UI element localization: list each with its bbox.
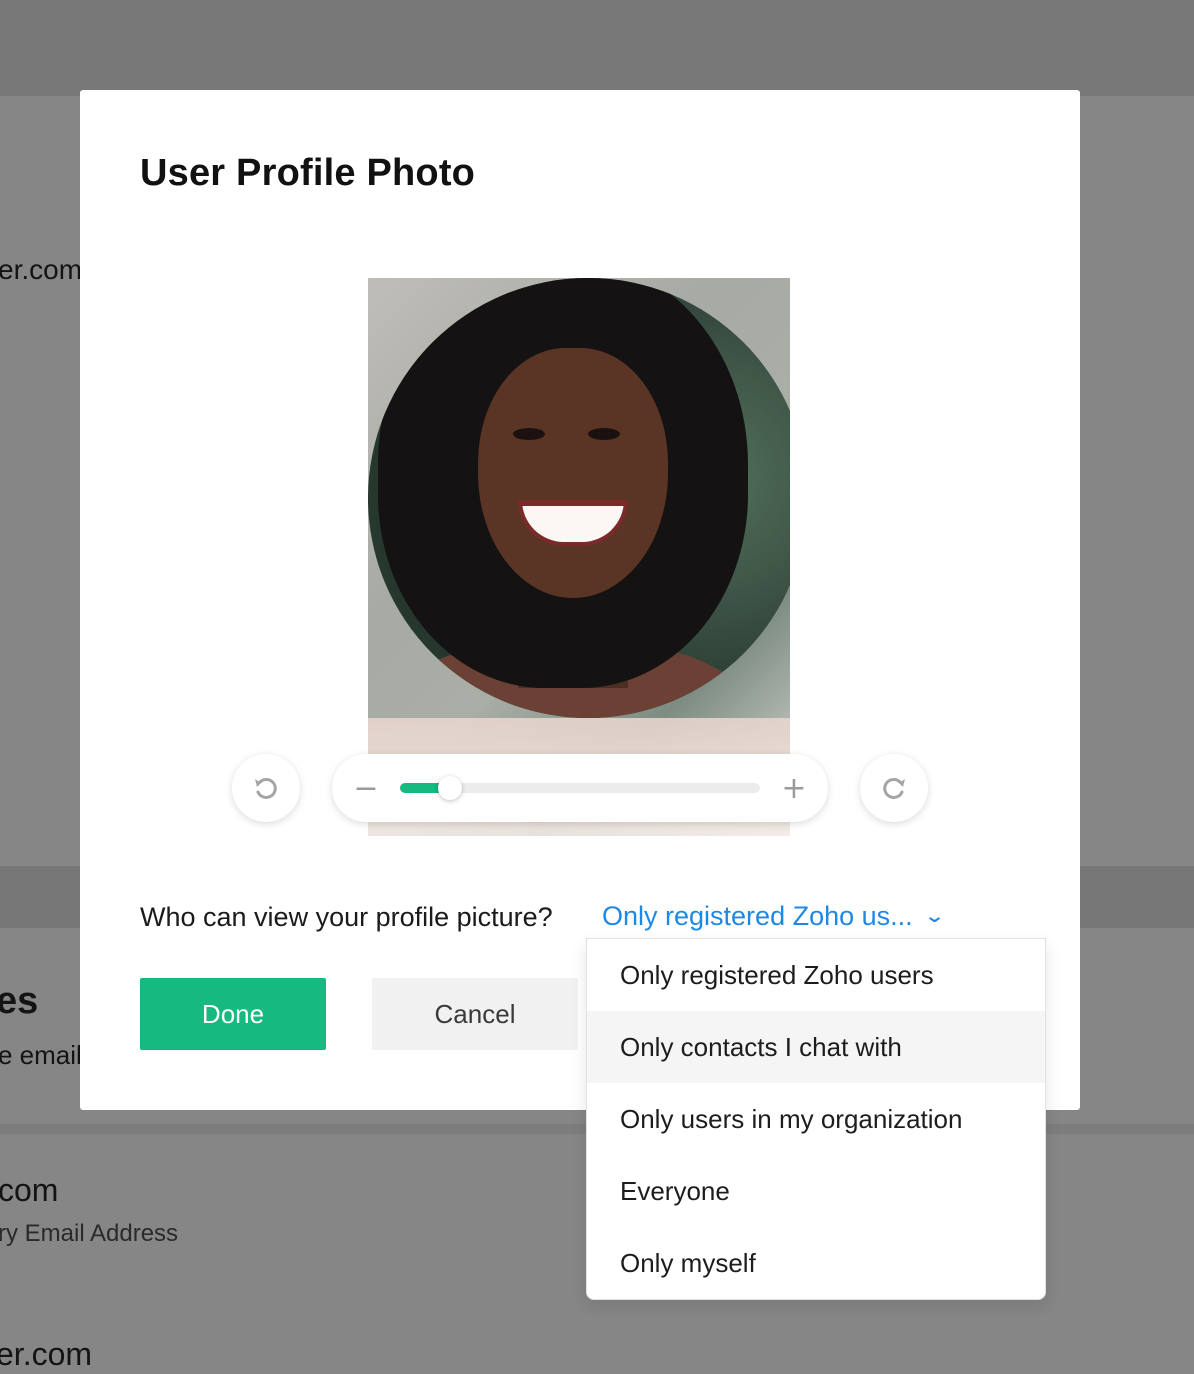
background-email-text: com [0,1172,59,1208]
background-email-text: er.com [0,254,83,285]
background-heading: es [0,980,39,1022]
dropdown-option-users-in-my-organization[interactable]: Only users in my organization [587,1083,1045,1155]
rotate-right-button[interactable] [860,754,928,822]
background-topbar [0,0,1194,96]
zoom-in-button[interactable]: + [774,768,814,808]
dropdown-option-contacts-i-chat-with[interactable]: Only contacts I chat with [587,1011,1045,1083]
visibility-label: Who can view your profile picture? [140,902,553,932]
photo-crop-area[interactable] [368,278,790,836]
cancel-button[interactable]: Cancel [372,978,578,1050]
done-button[interactable]: Done [140,978,326,1050]
zoom-control: − + [332,754,828,822]
dropdown-option-registered-zoho-users[interactable]: Only registered Zoho users [587,939,1045,1011]
rotate-left-icon [255,777,277,799]
background-subtext: e email [0,1040,82,1070]
chevron-down-icon: ⌄ [923,906,945,926]
visibility-select[interactable]: Only registered Zoho us... ⌄ [602,901,945,932]
visibility-selected-value: Only registered Zoho us... [602,901,913,931]
modal-title: User Profile Photo [140,152,476,194]
rotate-left-button[interactable] [232,754,300,822]
zoom-slider-handle[interactable] [438,776,463,800]
background-email-text: er.com [0,1336,93,1372]
dropdown-option-everyone[interactable]: Everyone [587,1155,1045,1227]
visibility-dropdown-menu: Only registered Zoho users Only contacts… [586,938,1046,1300]
zoom-out-button[interactable]: − [346,768,386,808]
rotate-right-icon [883,777,905,799]
crop-circle[interactable] [368,278,790,718]
dropdown-option-only-myself[interactable]: Only myself [587,1227,1045,1299]
zoom-slider[interactable] [400,776,760,800]
background-caption: ry Email Address [0,1220,179,1247]
